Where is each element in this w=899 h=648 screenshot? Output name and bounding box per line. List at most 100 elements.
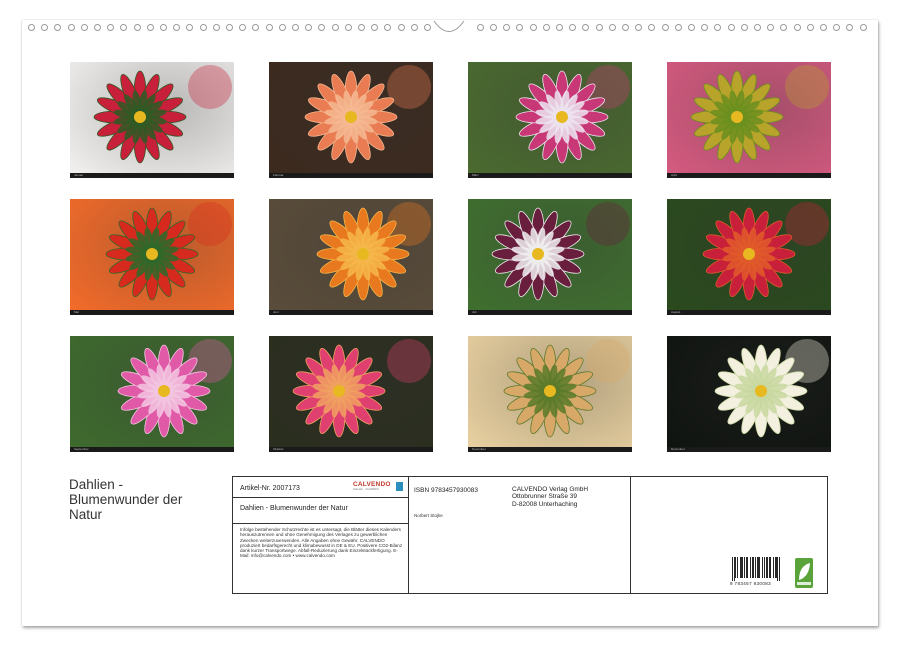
barcode-number: 9 783457 930083 [730, 581, 782, 586]
month-thumbnail: Dezember [667, 336, 831, 452]
binding-ring [807, 24, 814, 31]
month-date-strip: August [667, 310, 831, 315]
author-name: Norbert Stojke [414, 513, 443, 518]
binding-ring [596, 24, 603, 31]
binding-ring [688, 24, 695, 31]
month-date-strip: April [667, 173, 831, 178]
month-thumbnail: März [468, 62, 632, 178]
month-date-strip: Februar [269, 173, 433, 178]
hanger-hook [433, 20, 465, 36]
month-thumbnail: Juni [269, 199, 433, 315]
title-line: Natur [69, 507, 219, 522]
article-row: Artikel-Nr. 2007173 CALVENDO Kalender · … [233, 477, 408, 498]
binding-ring [107, 24, 114, 31]
binding-ring [200, 24, 207, 31]
month-label: April [671, 173, 677, 178]
barcode: 9 783457 930083 [730, 557, 782, 587]
binding-ring [701, 24, 708, 31]
publisher-line: CALVENDO Verlag GmbH [512, 486, 588, 493]
month-thumbnail: Januar [70, 62, 234, 178]
info-column-barcode: 9 783457 930083 [630, 477, 827, 593]
month-thumbnail: August [667, 199, 831, 315]
month-date-strip: Januar [70, 173, 234, 178]
binding-ring [81, 24, 88, 31]
article-number: Artikel-Nr. 2007173 [240, 485, 300, 492]
binding-ring [424, 24, 431, 31]
binding-ring [345, 24, 352, 31]
binding-ring [728, 24, 735, 31]
month-date-strip: Juli [468, 310, 632, 315]
binding-ring [54, 24, 61, 31]
month-date-strip: Juni [269, 310, 433, 315]
binding-ring [173, 24, 180, 31]
info-column-isbn: ISBN 9783457930083 Norbert Stojke CALVEN… [408, 477, 631, 593]
binding-ring [662, 24, 669, 31]
month-date-strip: Oktober [269, 447, 433, 452]
month-label: September [74, 447, 89, 452]
brand-subtitle: Kalender · CALVENDO [353, 488, 379, 491]
binding-ring [516, 24, 523, 31]
legal-disclaimer: Infolge bestehender Schutzrechte ist es … [240, 527, 405, 559]
month-thumbnail: Mai [70, 199, 234, 315]
binding-ring [741, 24, 748, 31]
binding-ring [160, 24, 167, 31]
binding-ring [846, 24, 853, 31]
publisher-line: Ottobrunner Straße 39 [512, 493, 588, 500]
binding-ring [332, 24, 339, 31]
binding-ring [477, 24, 484, 31]
isbn: ISBN 9783457930083 [414, 487, 478, 494]
month-label: Mai [74, 310, 79, 315]
binding-ring [754, 24, 761, 31]
binding-ring [213, 24, 220, 31]
month-thumbnail: September [70, 336, 234, 452]
binding-ring [622, 24, 629, 31]
binding-ring [780, 24, 787, 31]
binding-ring [279, 24, 286, 31]
title-line: Blumenwunder der [69, 492, 219, 507]
brand-flag-icon [396, 482, 403, 491]
binding-ring [186, 24, 193, 31]
calendar-subtitle: Dahlien - Blumenwunder der Natur [240, 505, 348, 512]
binding-ring [609, 24, 616, 31]
month-label: Februar [273, 173, 284, 178]
brand-name: CALVENDO [353, 481, 391, 488]
month-label: Oktober [273, 447, 284, 452]
binding-ring [569, 24, 576, 31]
month-label: Dezember [671, 447, 685, 452]
month-thumbnail: Oktober [269, 336, 433, 452]
month-label: Januar [74, 173, 83, 178]
binding-ring [860, 24, 867, 31]
binding-ring [820, 24, 827, 31]
binding-ring [833, 24, 840, 31]
binding-ring [543, 24, 550, 31]
binding-ring [266, 24, 273, 31]
binding-ring [384, 24, 391, 31]
binding-ring [305, 24, 312, 31]
month-date-strip: November [468, 447, 632, 452]
binding-ring [411, 24, 418, 31]
binding-ring [503, 24, 510, 31]
binding-ring [556, 24, 563, 31]
binding-ring [318, 24, 325, 31]
subtitle-row: Dahlien - Blumenwunder der Natur [233, 497, 408, 524]
info-column-article: Artikel-Nr. 2007173 CALVENDO Kalender · … [233, 477, 409, 593]
month-label: Juni [273, 310, 279, 315]
month-label: November [472, 447, 486, 452]
binding-ring [648, 24, 655, 31]
binding-ring [714, 24, 721, 31]
publisher-line: D-82008 Unterhaching [512, 501, 588, 508]
binding-ring [398, 24, 405, 31]
info-box: Artikel-Nr. 2007173 CALVENDO Kalender · … [232, 476, 828, 594]
binding-ring [41, 24, 48, 31]
barcode-bars [730, 557, 782, 581]
binding-ring [490, 24, 497, 31]
month-date-strip: Dezember [667, 447, 831, 452]
month-label: August [671, 310, 680, 315]
binding-ring [239, 24, 246, 31]
month-label: März [472, 173, 479, 178]
binding-ring [120, 24, 127, 31]
binding-ring [582, 24, 589, 31]
month-date-strip: März [468, 173, 632, 178]
month-date-strip: Mai [70, 310, 234, 315]
binding-ring [371, 24, 378, 31]
